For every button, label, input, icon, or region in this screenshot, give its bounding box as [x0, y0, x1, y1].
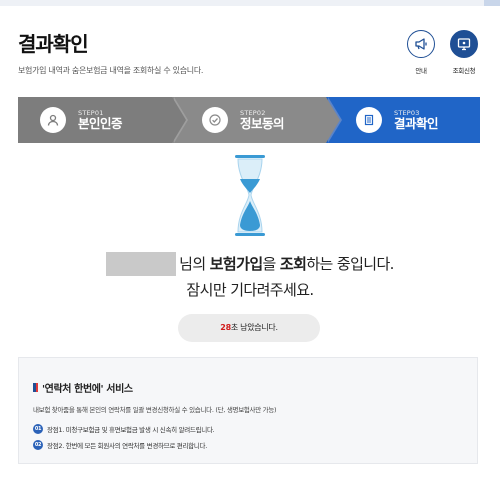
megaphone-icon: [407, 30, 435, 58]
step-2: STEP02 정보동의: [172, 97, 342, 143]
service-info-box: '연락처 한번에' 서비스 내보험 찾아줌을 통해 본인의 연락처를 일괄 변경…: [18, 357, 478, 464]
service-merit-2: 02 장점2. 한번에 모든 회원사의 연락처를 변경하므로 편리합니다.: [33, 440, 207, 450]
step-1: STEP01 본인인증: [18, 97, 188, 143]
countdown-timer: 28초 남았습니다.: [178, 314, 320, 342]
keyword-insurance: 보험가입: [209, 255, 263, 273]
particle: 을: [262, 255, 280, 273]
timer-seconds: 28: [220, 323, 231, 332]
masked-user-name: [106, 252, 177, 276]
apply-label: 조회신청: [452, 67, 476, 75]
step-2-name: 정보동의: [240, 115, 285, 131]
keyword-inquiry: 조회: [279, 255, 307, 273]
step-progress-bar: STEP01 본인인증 STEP02 정보동의 STEP03 결과확인: [18, 97, 480, 143]
page-subtitle: 보험가입 내역과 숨은보험금 내역을 조회하실 수 있습니다.: [18, 66, 204, 75]
timer-suffix: 초 남았습니다.: [230, 323, 278, 332]
step-1-arrow: [172, 97, 186, 143]
step-3-name: 결과확인: [394, 115, 439, 131]
top-strip: [0, 0, 500, 6]
monitor-icon: [450, 30, 478, 58]
service-title-row: '연락처 한번에' 서비스: [33, 380, 133, 395]
merit-text: 장점1. 미청구보험금 및 휴면보험금 발생 시 신속히 알려드립니다.: [47, 426, 215, 434]
merit-text: 장점2. 한번에 모든 회원사의 연락처를 변경하므로 편리합니다.: [47, 442, 207, 450]
service-description: 내보험 찾아줌을 통해 본인의 연락처를 일괄 변경신청하실 수 있습니다. (…: [33, 406, 277, 414]
merit-badge: 02: [33, 440, 43, 450]
hourglass-icon: [230, 155, 270, 241]
service-title: '연락처 한번에' 서비스: [42, 384, 133, 395]
step-3: STEP03 결과확인: [326, 97, 480, 143]
wait-message: 잠시만 기다려주세요.: [186, 281, 314, 299]
page-title: 결과확인: [18, 32, 89, 56]
status-message-end: 하는 중입니다.: [306, 255, 394, 273]
status-message: 님의 보험가입을 조회하는 중입니다.: [0, 252, 500, 276]
name-suffix: 님의: [179, 255, 210, 273]
guide-label: 안내: [415, 67, 427, 75]
top-strip-edge: [484, 0, 500, 6]
document-icon: [356, 107, 382, 133]
person-icon: [40, 107, 66, 133]
step-1-name: 본인인증: [78, 115, 123, 131]
check-icon: [202, 107, 228, 133]
service-merit-1: 01 장점1. 미청구보험금 및 휴면보험금 발생 시 신속히 알려드립니다.: [33, 424, 215, 434]
flag-icon: [33, 383, 38, 392]
merit-badge: 01: [33, 424, 43, 434]
step-2-arrow: [326, 97, 340, 143]
apply-button[interactable]: 조회신청: [449, 30, 479, 75]
guide-button[interactable]: 안내: [406, 30, 436, 75]
